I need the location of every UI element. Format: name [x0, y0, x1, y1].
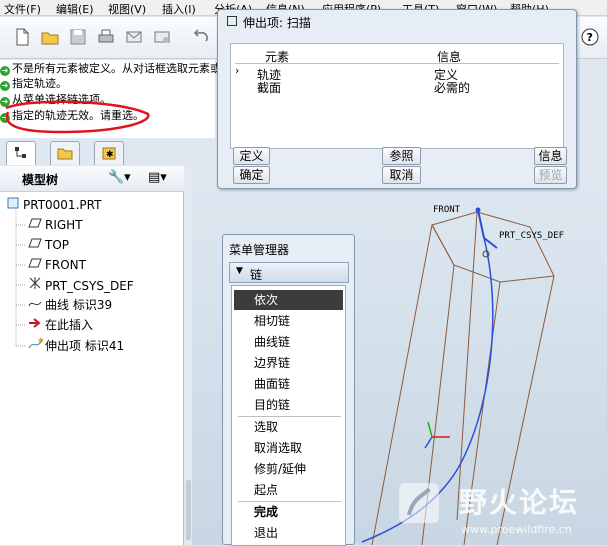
undo-icon[interactable] [192, 27, 212, 47]
menu-item-start-point[interactable]: 起点 [234, 480, 343, 500]
message-line: ➜ 指定轨迹。 [0, 77, 67, 91]
menu-item-quit[interactable]: 退出 [234, 523, 343, 543]
tree-item-right[interactable]: RIGHT [28, 216, 83, 234]
menu-view[interactable]: 视图(V) [108, 1, 146, 17]
collapse-triangle-icon: ▼ [236, 266, 243, 276]
dialog-title-bar[interactable]: 伸出项: 扫描 [218, 10, 576, 34]
forum-watermark: 野火论坛 www.proewildfire.cn [395, 477, 607, 545]
tree-show-icon[interactable]: ▤▾ [148, 170, 167, 185]
element-list[interactable]: 元素 信息 › 轨迹 定义 截面 必需的 [230, 43, 564, 149]
menu-insert[interactable]: 插入(I) [162, 1, 196, 17]
ok-button[interactable]: 确定 [233, 166, 270, 184]
menu-section-label: 链 [250, 268, 263, 282]
menu-item-sequence[interactable]: 依次 [234, 290, 343, 310]
csys-icon [28, 276, 42, 295]
info-button[interactable]: 信息 [534, 147, 567, 165]
menu-item-done[interactable]: 完成 [234, 502, 343, 522]
watermark-url: www.proewildfire.cn [461, 523, 572, 536]
menu-manager-items: 依次 相切链 曲线链 边界链 曲面链 目的链 选取 取消选取 修剪/延伸 起点 … [231, 285, 346, 546]
insert-here-arrow-icon [28, 316, 42, 334]
current-row-indicator-icon: › [235, 64, 240, 77]
svg-text:✱: ✱ [106, 150, 114, 160]
menu-item-trim-extend[interactable]: 修剪/延伸 [234, 459, 343, 479]
tree-item-curve[interactable]: 曲线 标识39 [28, 296, 112, 314]
cancel-button[interactable]: 取消 [382, 166, 421, 184]
tab-folder-browser[interactable] [50, 141, 80, 165]
new-file-icon[interactable] [12, 27, 32, 47]
menu-section-chain[interactable]: ▼ 链 [229, 262, 349, 283]
send-mail-icon[interactable] [124, 27, 144, 47]
model-tree-title: 模型树 [22, 173, 59, 187]
context-help-icon[interactable]: ? [580, 27, 600, 47]
navigator-tabs: ✱ [0, 138, 192, 166]
svg-text:✱: ✱ [38, 337, 44, 345]
watermark-title: 野火论坛 [459, 486, 580, 519]
tree-item-sweep[interactable]: ✱ 伸出项 标识41 [28, 336, 124, 354]
tab-favorites[interactable]: ✱ [94, 141, 124, 165]
datum-plane-icon [28, 216, 42, 234]
message-line: ➜ 不是所有元素被定义。从对话框选取元素或 [0, 62, 221, 76]
model-tree-header: 模型树 🔧▾ ▤▾ [0, 166, 184, 192]
tree-item-front[interactable]: FRONT [28, 256, 86, 274]
row-section-element[interactable]: 截面 [257, 79, 281, 96]
curve-icon [28, 296, 42, 314]
define-button[interactable]: 定义 [233, 147, 270, 165]
tree-settings-icon[interactable]: 🔧▾ [108, 170, 131, 185]
csys-label: PRT_CSYS_DEF [499, 231, 565, 241]
mail-attachment-icon[interactable] [152, 27, 172, 47]
message-area: ➜ 不是所有元素被定义。从对话框选取元素或 ➜ 指定轨迹。 ➜ 从菜单选择链选项。 ➜… [0, 60, 221, 138]
menu-item-unselect[interactable]: 取消选取 [234, 438, 343, 458]
save-icon[interactable] [68, 27, 88, 47]
menu-manager-title: 菜单管理器 [229, 243, 290, 257]
menu-item-tangent-chain[interactable]: 相切链 [234, 311, 343, 331]
red-annotation-circle [5, 100, 150, 134]
tree-connector-lines [15, 210, 26, 347]
tree-item-csys[interactable]: PRT_CSYS_DEF [28, 276, 134, 294]
sweep-feature-dialog: 伸出项: 扫描 元素 信息 › 轨迹 定义 截面 必需的 定义 参照 信息 确定… [217, 9, 577, 189]
model-tree-panel: 模型树 🔧▾ ▤▾ PRT0001.PRT RIGHT TOP FRONT PR… [0, 166, 184, 545]
sweep-feature-icon: ✱ [28, 336, 44, 355]
menu-item-surface-chain[interactable]: 曲面链 [234, 374, 343, 394]
menu-item-intent-chain[interactable]: 目的链 [234, 395, 343, 415]
dialog-title: 伸出项: 扫描 [243, 16, 311, 30]
model-tree-scroll-thumb[interactable] [186, 480, 191, 540]
datum-plane-icon [28, 256, 42, 274]
header-divider [235, 63, 559, 64]
menu-item-select[interactable]: 选取 [234, 417, 343, 437]
svg-text:?: ? [587, 31, 593, 44]
menu-item-boundary-chain[interactable]: 边界链 [234, 353, 343, 373]
menu-item-curve-chain[interactable]: 曲线链 [234, 332, 343, 352]
tab-model-tree[interactable] [6, 141, 36, 165]
open-folder-icon[interactable] [40, 27, 60, 47]
datum-plane-icon [28, 236, 42, 254]
front-plane-label: FRONT [433, 205, 461, 215]
dialog-window-icon [227, 16, 237, 26]
reference-button[interactable]: 参照 [382, 147, 421, 165]
view-triad [424, 421, 450, 449]
menu-manager: 菜单管理器 ▼ 链 依次 相切链 曲线链 边界链 曲面链 目的链 选取 取消选取… [222, 234, 355, 546]
menu-edit[interactable]: 编辑(E) [56, 1, 94, 17]
message-arrow-icon: ➜ [0, 81, 10, 91]
preview-button: 预览 [534, 166, 567, 184]
tree-item-top[interactable]: TOP [28, 236, 69, 254]
tree-item-insert-here[interactable]: 在此插入 [28, 316, 93, 334]
menu-file[interactable]: 文件(F) [4, 1, 41, 17]
row-section-info: 必需的 [434, 81, 471, 95]
print-icon[interactable] [96, 27, 116, 47]
